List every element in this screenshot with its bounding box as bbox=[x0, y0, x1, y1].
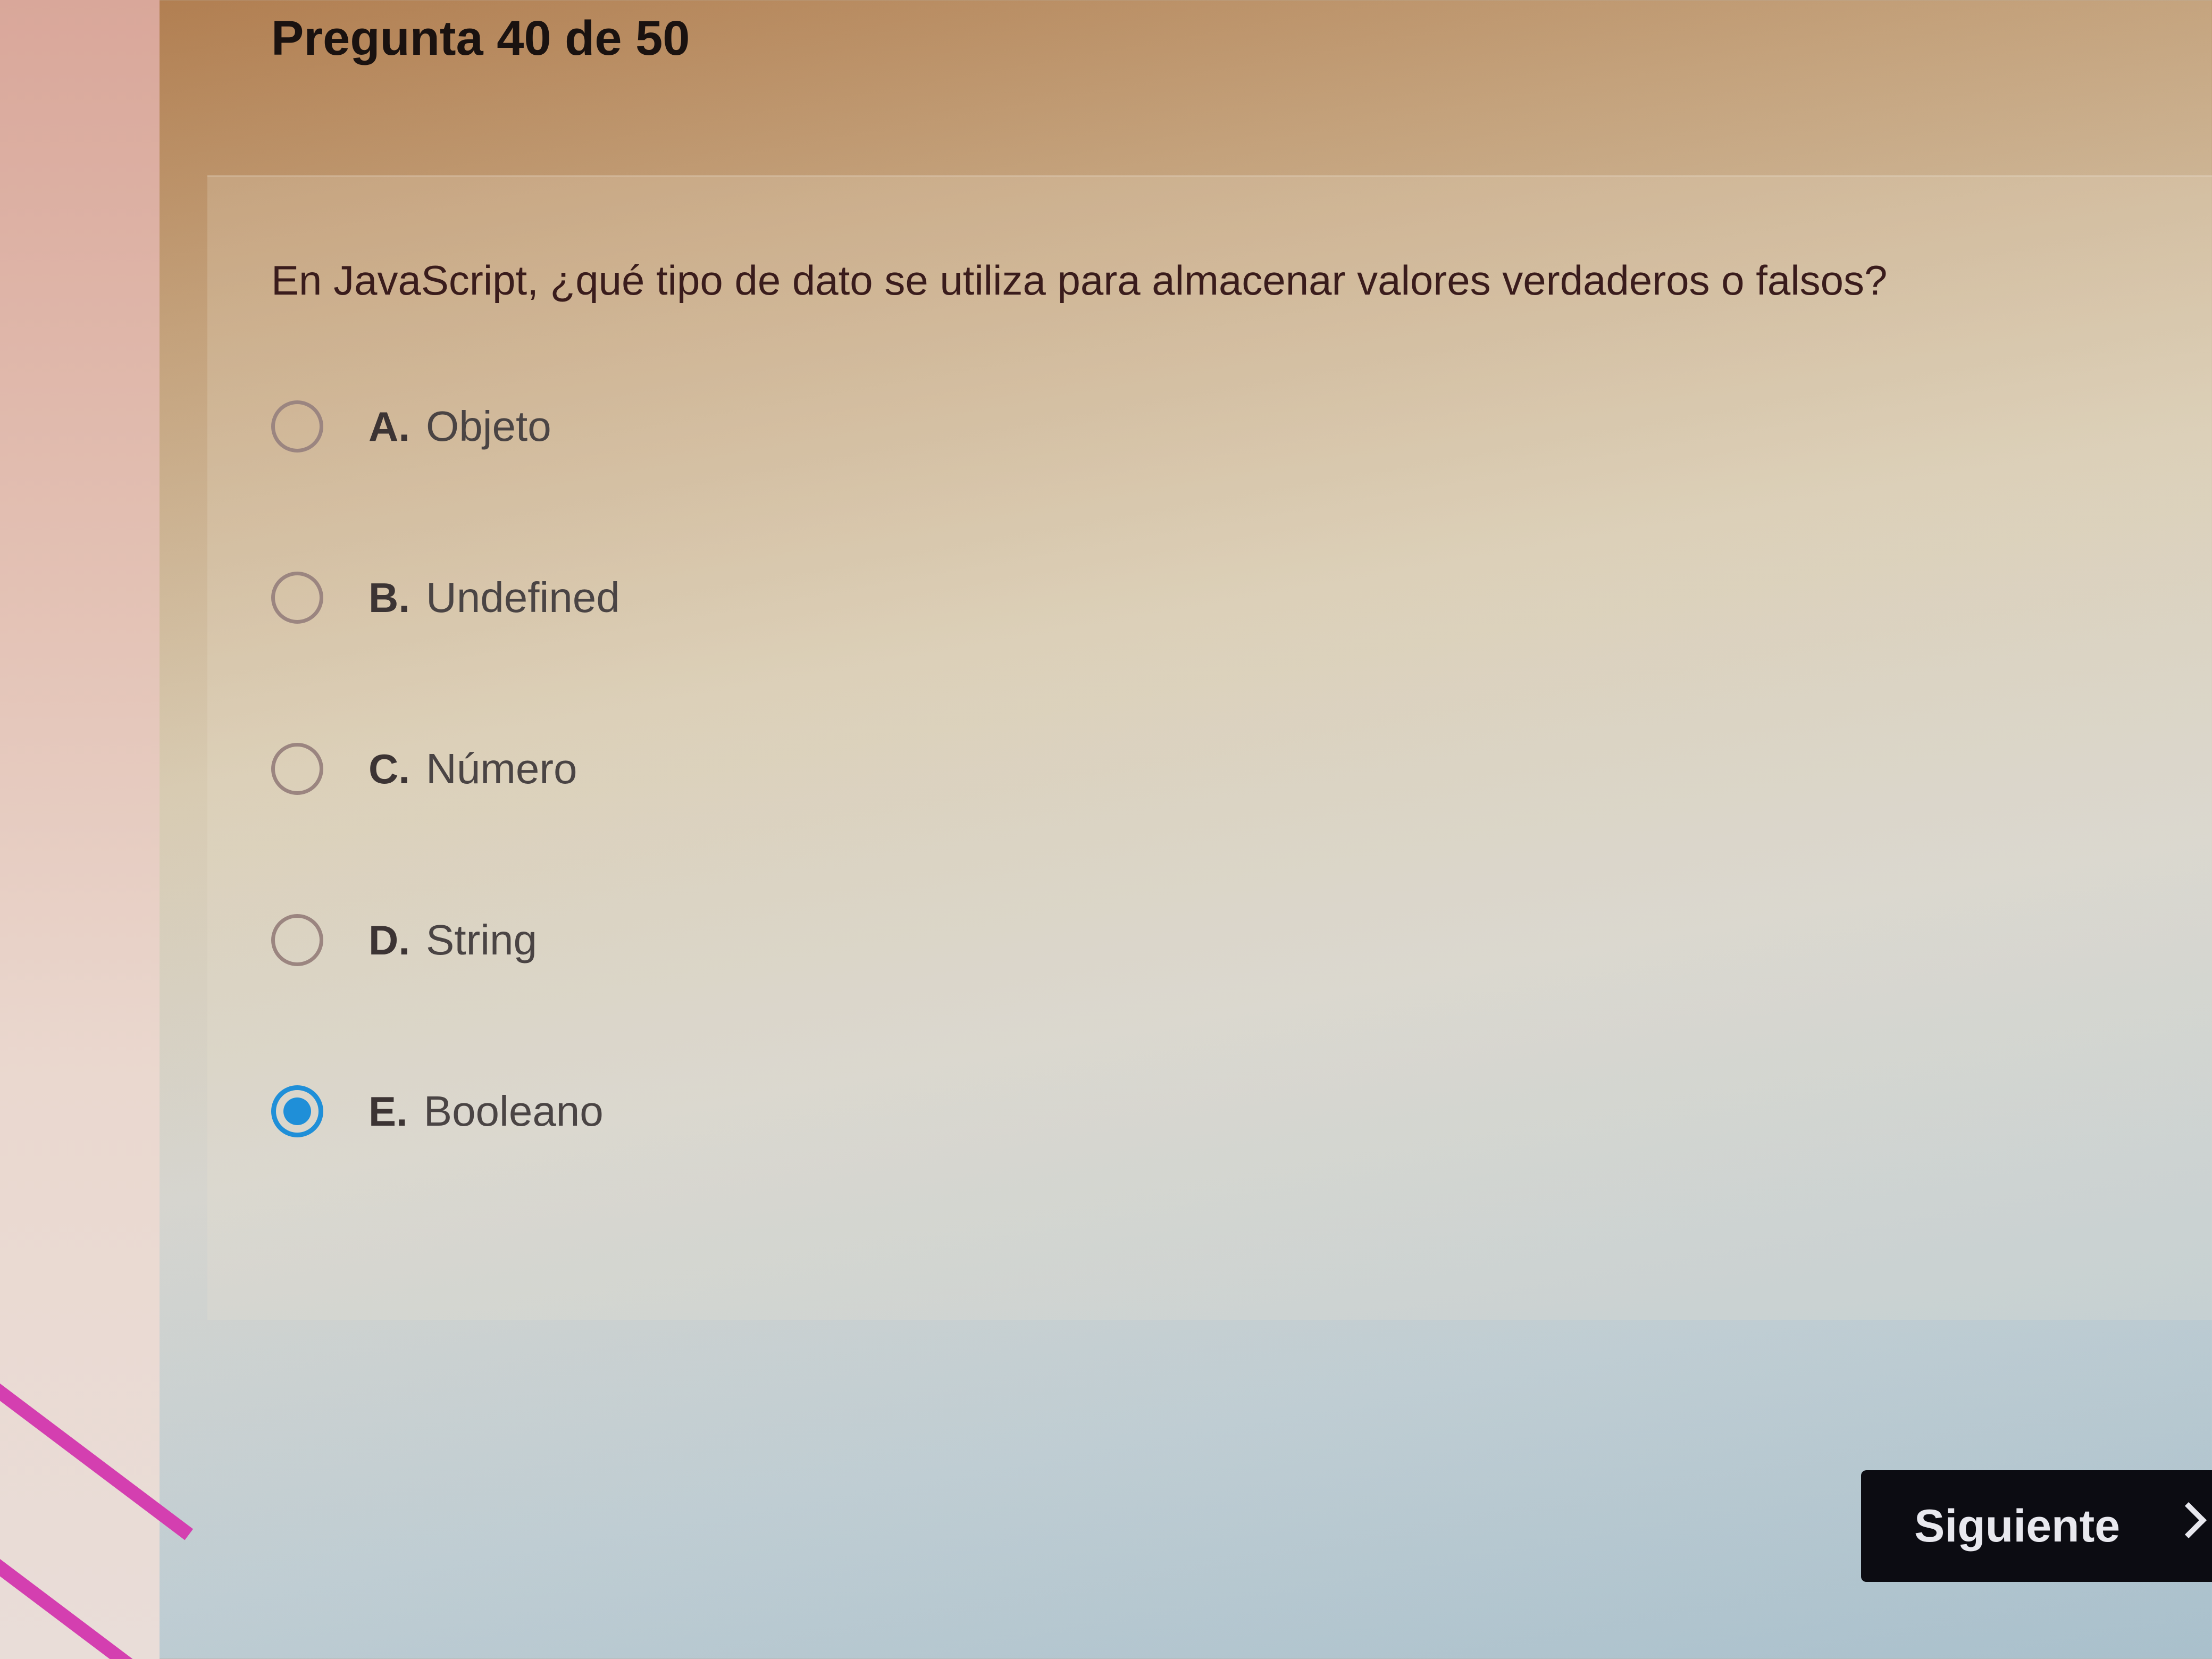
chevron-right-icon bbox=[2171, 1502, 2207, 1538]
option-b[interactable]: B. Undefined bbox=[271, 566, 620, 630]
next-button-label: Siguiente bbox=[1914, 1500, 2121, 1552]
question-counter: Pregunta 40 de 50 bbox=[271, 11, 690, 65]
radio-button[interactable] bbox=[271, 743, 323, 795]
radio-button[interactable] bbox=[271, 400, 323, 453]
option-e[interactable]: E. Booleano bbox=[271, 1079, 620, 1143]
option-label: Undefined bbox=[426, 574, 620, 621]
radio-button-selected[interactable] bbox=[271, 1085, 323, 1137]
option-label: Booleano bbox=[423, 1087, 604, 1135]
radio-button[interactable] bbox=[271, 572, 323, 624]
question-card: En JavaScript, ¿qué tipo de dato se util… bbox=[207, 175, 2212, 1320]
option-d[interactable]: D. String bbox=[271, 908, 620, 972]
option-label: Número bbox=[426, 745, 577, 792]
quiz-header: Pregunta 40 de 50 bbox=[160, 0, 2212, 175]
radio-dot-icon bbox=[283, 1097, 311, 1125]
answer-options: A. Objeto B. Undefined C. Número D. Stri… bbox=[271, 395, 620, 1251]
option-label: Objeto bbox=[426, 403, 551, 450]
left-decor-strip bbox=[0, 0, 194, 1659]
option-letter: E. bbox=[368, 1087, 408, 1135]
next-button[interactable]: Siguiente bbox=[1861, 1470, 2212, 1582]
option-c[interactable]: C. Número bbox=[271, 737, 620, 801]
option-a[interactable]: A. Objeto bbox=[271, 395, 620, 458]
option-letter: D. bbox=[368, 916, 410, 963]
option-letter: C. bbox=[368, 745, 410, 792]
option-letter: B. bbox=[368, 574, 410, 621]
option-letter: A. bbox=[368, 403, 410, 450]
quiz-frame: Pregunta 40 de 50 En JavaScript, ¿qué ti… bbox=[160, 0, 2212, 1659]
option-label: String bbox=[426, 916, 537, 963]
radio-button[interactable] bbox=[271, 914, 323, 966]
question-text: En JavaScript, ¿qué tipo de dato se util… bbox=[271, 257, 1888, 304]
